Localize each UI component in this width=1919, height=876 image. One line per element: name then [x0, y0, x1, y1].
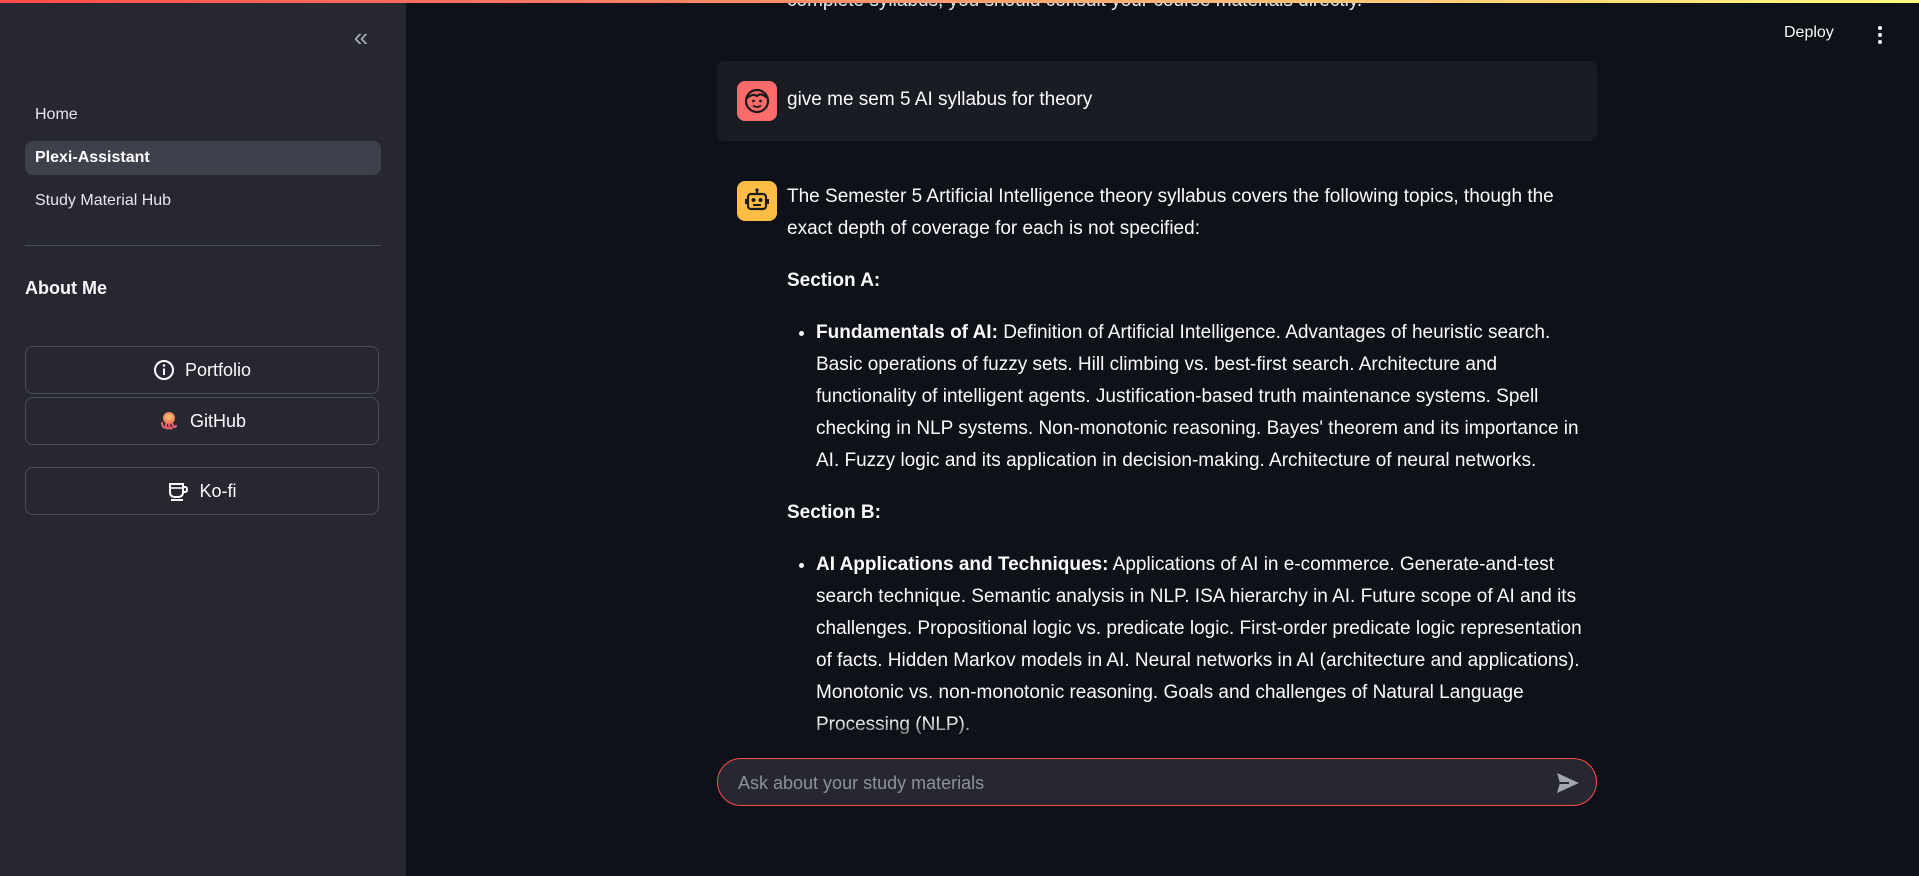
- kebab-menu-icon[interactable]: [1868, 22, 1892, 48]
- portfolio-button-label: Portfolio: [184, 359, 252, 380]
- sidebar-item-label: Study Material Hub: [35, 192, 172, 209]
- section-a-list: Fundamentals of AI: Definition of Artifi…: [787, 317, 1597, 477]
- sidebar-item-label: Home: [35, 106, 78, 123]
- list-item-title: Fundamentals of AI:: [816, 322, 998, 343]
- double-chevron-left-icon[interactable]: «: [346, 22, 376, 52]
- user-avatar-icon: [737, 81, 777, 121]
- user-message: give me sem 5 AI syllabus for theory: [717, 61, 1597, 141]
- deploy-button[interactable]: Deploy: [1784, 24, 1834, 42]
- chat-input-container: [717, 758, 1597, 807]
- sidebar-nav: Home Plexi-Assistant Study Material Hub: [25, 98, 381, 227]
- sidebar: « Home Plexi-Assistant Study Material Hu…: [0, 0, 406, 876]
- portfolio-button[interactable]: Portfolio: [25, 346, 379, 394]
- sidebar-item-plexi-assistant[interactable]: Plexi-Assistant: [25, 141, 381, 175]
- robot-avatar-icon: [737, 181, 777, 221]
- section-b-list: AI Applications and Techniques: Applicat…: [787, 549, 1597, 740]
- sidebar-divider: [25, 245, 381, 246]
- github-button[interactable]: GitHub: [25, 397, 379, 445]
- about-me-heading: About Me: [25, 278, 107, 298]
- chat-container: complete syllabus, you should consult yo…: [717, 0, 1597, 740]
- coffee-cup-icon: [167, 480, 189, 502]
- kofi-button-label: Ko-fi: [199, 480, 237, 501]
- sidebar-item-study-material-hub[interactable]: Study Material Hub: [25, 184, 381, 218]
- list-item-text: Applications of AI in e-commerce. Genera…: [816, 554, 1582, 735]
- scroll-fade: [717, 720, 1597, 740]
- list-item: Fundamentals of AI: Definition of Artifi…: [816, 317, 1597, 477]
- octopus-icon: [158, 410, 180, 432]
- user-message-text: give me sem 5 AI syllabus for theory: [787, 89, 1093, 110]
- section-a-heading: Section A:: [787, 270, 881, 291]
- info-icon: [153, 359, 175, 381]
- send-arrow-icon[interactable]: [1554, 769, 1582, 797]
- list-item-title: AI Applications and Techniques:: [816, 554, 1109, 575]
- chat-input[interactable]: [736, 759, 1530, 807]
- kofi-button[interactable]: Ko-fi: [25, 467, 379, 515]
- list-item: AI Applications and Techniques: Applicat…: [816, 549, 1597, 740]
- section-b-heading: Section B:: [787, 502, 881, 523]
- github-button-label: GitHub: [189, 410, 247, 431]
- list-item-text: Definition of Artificial Intelligence. A…: [816, 322, 1579, 471]
- assistant-message: The Semester 5 Artificial Intelligence t…: [787, 181, 1597, 740]
- top-decoration-bar: [0, 0, 1919, 3]
- sidebar-item-home[interactable]: Home: [25, 98, 381, 132]
- assistant-intro-text: The Semester 5 Artificial Intelligence t…: [787, 186, 1554, 239]
- sidebar-item-label: Plexi-Assistant: [35, 149, 150, 166]
